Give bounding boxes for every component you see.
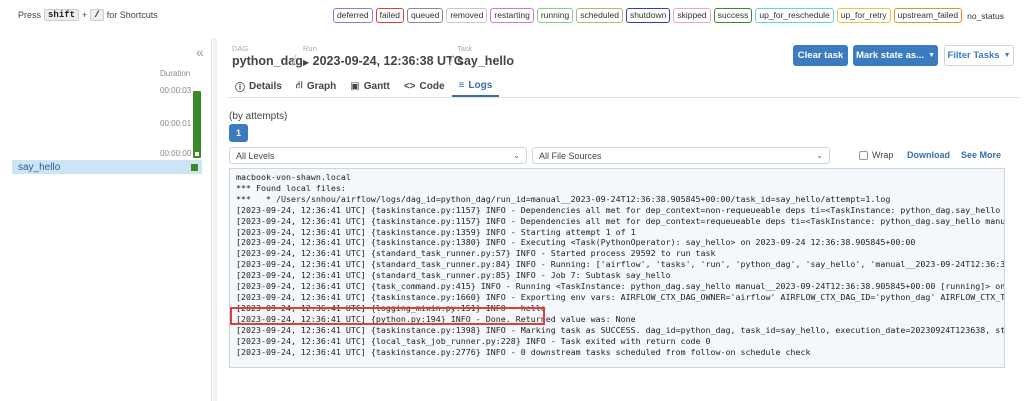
tab-graph[interactable]: ⛙ Graph (289, 76, 343, 97)
caret-down-icon: ▼ (928, 52, 936, 59)
legend-chip-running[interactable]: running (536, 8, 574, 23)
legend-chip-skipped[interactable]: skipped (673, 8, 711, 23)
logs-icon: ≡ (458, 80, 465, 91)
filter-tasks-label: Filter Tasks (947, 50, 1000, 61)
duration-tick: 00:00:01 (160, 119, 192, 128)
legend-chip-scheduled[interactable]: scheduled (576, 8, 623, 23)
tab-label: Gantt (363, 81, 390, 92)
wrap-checkbox[interactable] (859, 150, 868, 160)
chevron-down-icon: ⌄ (513, 151, 520, 160)
tab-label: Logs (468, 80, 493, 91)
tab-code[interactable]: <> Code (397, 76, 452, 97)
file-source-value: All File Sources (539, 150, 602, 161)
top-bar: Press shift + / for Shortcuts deferred fa… (0, 0, 1024, 30)
log-line: [2023-09-24, 12:36:41 UTC] {standard_tas… (236, 270, 671, 281)
log-line: *** * /Users/snhou/airflow/logs/dag_id=p… (236, 193, 891, 204)
log-line: [2023-09-24, 12:36:41 UTC] {taskinstance… (236, 226, 636, 237)
filter-tasks-button[interactable]: Filter Tasks ▼ (944, 45, 1014, 66)
breadcrumb-task[interactable]: Task say_hello (457, 44, 514, 68)
file-source-select[interactable]: All File Sources ⌄ (532, 147, 830, 164)
task-name: say_hello (18, 161, 61, 173)
caret-down-icon: ▼ (1003, 52, 1011, 59)
duration-tick: 00:00:03 (160, 86, 192, 95)
log-line: [2023-09-24, 12:36:41 UTC] {taskinstance… (236, 346, 811, 357)
log-line: [2023-09-24, 12:36:41 UTC] {standard_tas… (236, 248, 716, 259)
log-line: [2023-09-24, 12:36:41 UTC] {taskinstance… (236, 204, 1005, 215)
log-level-value: All Levels (236, 150, 275, 161)
tab-details[interactable]: ⓘ Details (228, 76, 289, 97)
log-line: [2023-09-24, 12:36:41 UTC] {local_task_j… (236, 335, 711, 346)
clear-task-button[interactable]: Clear task (793, 45, 848, 66)
log-line: macbook-von-shawn.local (236, 172, 351, 182)
log-output[interactable]: macbook-von-shawn.local *** Found local f… (229, 168, 1005, 368)
shortcut-suffix: for Shortcuts (106, 10, 158, 20)
status-legend: deferred failed queued removed restarting run… (332, 8, 1004, 23)
legend-chip-failed[interactable]: failed (375, 8, 404, 23)
panel-resizer[interactable] (213, 38, 217, 401)
duration-title: Duration (160, 69, 191, 78)
tab-bar: ⓘ Details ⛙ Graph ▣ Gantt <> Code ≡ Logs (228, 76, 1020, 98)
run-date: 2023-09-24, 12:36:38 UTC (312, 54, 463, 68)
log-line: [2023-09-24, 12:36:41 UTC] {task_command… (236, 281, 1005, 292)
code-icon: <> (403, 81, 416, 92)
log-line: [2023-09-24, 12:36:41 UTC] {taskinstance… (236, 237, 916, 248)
tab-logs[interactable]: ≡ Logs (451, 76, 500, 97)
run-duration-bar[interactable] (193, 91, 201, 158)
log-line: [2023-09-24, 12:36:41 UTC] {taskinstance… (236, 324, 1005, 335)
duration-tick: 00:00:00 (160, 149, 192, 158)
mark-state-label: Mark state as... (855, 50, 925, 61)
attempts-label: (by attempts) (229, 111, 288, 122)
see-more-link[interactable]: See More (961, 150, 1001, 160)
legend-chip-shutdown[interactable]: shutdown (625, 8, 671, 23)
breadcrumb-run-value[interactable]: ▶ 2023-09-24, 12:36:38 UTC (303, 54, 463, 68)
legend-chip-deferred[interactable]: deferred (332, 8, 373, 23)
shortcut-hint: Press shift + / for Shortcuts (18, 9, 158, 21)
tab-gantt[interactable]: ▣ Gantt (343, 76, 397, 97)
tab-label: Details (249, 81, 282, 92)
legend-chip-restarting[interactable]: restarting (490, 8, 534, 23)
breadcrumb-run-label: Run (303, 44, 317, 53)
task-row-say-hello[interactable]: say_hello (12, 160, 202, 174)
run-duration-marker (195, 152, 199, 156)
shortcut-prefix: Press (18, 10, 42, 20)
breadcrumb-task-value[interactable]: say_hello (457, 54, 514, 68)
legend-chip-success[interactable]: success (713, 8, 753, 23)
legend-no-status: no_status (967, 10, 1004, 21)
highlight-annotation-box (230, 307, 545, 325)
download-link[interactable]: Download (907, 150, 950, 160)
tab-label: Graph (306, 81, 337, 92)
legend-chip-upstream-failed[interactable]: upstream_failed (893, 8, 963, 23)
shortcut-plus: + (82, 10, 88, 20)
breadcrumb-separator: / (449, 53, 454, 70)
tab-label: Code (419, 81, 445, 92)
collapse-icon[interactable]: « (196, 44, 204, 60)
shift-key: shift (44, 9, 80, 21)
breadcrumb-task-label: Task (457, 44, 473, 53)
breadcrumb-separator: / (292, 53, 297, 70)
legend-chip-queued[interactable]: queued (406, 8, 444, 23)
wrap-label: Wrap (872, 150, 894, 160)
task-status-square[interactable] (191, 163, 198, 171)
details-icon: ⓘ (235, 83, 245, 94)
slash-key: / (90, 9, 104, 21)
play-icon: ▶ (303, 58, 310, 67)
breadcrumb-run[interactable]: Run ▶ 2023-09-24, 12:36:38 UTC (303, 44, 463, 68)
log-level-select[interactable]: All Levels ⌄ (229, 147, 527, 164)
legend-chip-up-for-retry[interactable]: up_for_retry (836, 8, 891, 23)
legend-chip-up-for-reschedule[interactable]: up_for_reschedule (755, 8, 834, 23)
gantt-icon: ▣ (350, 81, 360, 92)
graph-icon: ⛙ (295, 80, 303, 91)
chevron-down-icon: ⌄ (816, 151, 823, 160)
log-line: *** Found local files: (236, 182, 346, 193)
log-line: [2023-09-24, 12:36:41 UTC] {taskinstance… (236, 215, 1005, 226)
breadcrumb-dag-label: DAG (232, 44, 249, 53)
log-line: [2023-09-24, 12:36:41 UTC] {taskinstance… (236, 291, 1005, 302)
mark-state-button[interactable]: Mark state as... ▼ (853, 45, 938, 66)
attempt-1-button[interactable]: 1 (229, 124, 248, 142)
log-line: [2023-09-24, 12:36:41 UTC] {standard_tas… (236, 259, 1005, 270)
legend-chip-removed[interactable]: removed (446, 8, 488, 23)
wrap-toggle[interactable]: Wrap (859, 150, 893, 160)
